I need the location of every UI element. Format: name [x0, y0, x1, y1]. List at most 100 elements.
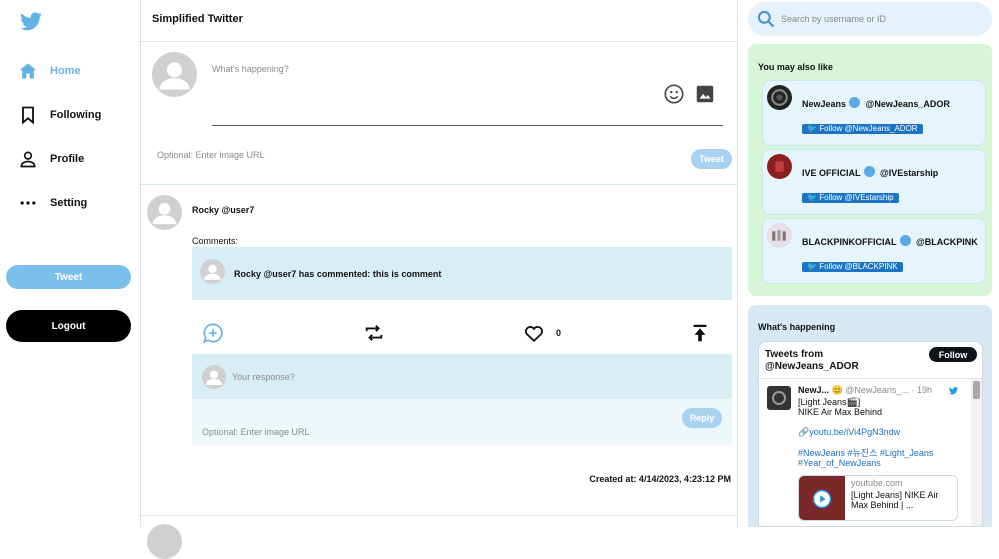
- composer-input[interactable]: What's happening?: [212, 64, 289, 74]
- nav-following-label: Following: [50, 109, 102, 121]
- comments-label: Comments:: [192, 236, 239, 246]
- more-icon: [18, 193, 38, 213]
- suggestion-name: NewJeans @NewJeans_ADOR: [802, 97, 950, 109]
- reply-button[interactable]: Reply: [682, 408, 722, 428]
- heart-icon[interactable]: [523, 322, 545, 344]
- user-placeholder-icon: [204, 264, 221, 280]
- tweet-text-line1: [Light Jeans🎬]: [798, 397, 861, 407]
- search-input[interactable]: Search by username or ID: [781, 14, 886, 24]
- composer-divider: [141, 184, 737, 185]
- link-card[interactable]: youtube.com [Light Jeans] NIKE Air Max B…: [798, 475, 958, 521]
- link-card-title-line2: Max Behind | ...: [851, 500, 914, 510]
- header-divider: [141, 41, 737, 42]
- trends-title: What's happening: [758, 322, 836, 332]
- composer-underline: [212, 125, 723, 126]
- verified-icon: [899, 235, 911, 246]
- response-box: Your response?: [192, 354, 732, 399]
- twitter-bird-icon: 🐦: [807, 262, 817, 271]
- tweet-text-line2: NIKE Air Max Behind: [798, 407, 883, 417]
- sidebar-tweet-button[interactable]: Tweet: [6, 265, 131, 289]
- like-count: 0: [556, 328, 562, 338]
- tweet-time: · 19h: [911, 385, 932, 395]
- suggestions-panel: You may also like NewJeans @NewJeans_ADO…: [748, 44, 992, 296]
- page-title: Simplified Twitter: [152, 13, 243, 25]
- tweet-hashtags-line2[interactable]: #Year_of_NewJeans: [798, 458, 881, 468]
- response-input[interactable]: Your response?: [232, 372, 295, 382]
- logout-button[interactable]: Logout: [6, 310, 131, 342]
- user-placeholder-icon: [206, 370, 222, 385]
- retweet-icon[interactable]: [363, 322, 385, 344]
- response-image-row: Optional: Enter image URL Reply: [192, 399, 732, 445]
- home-icon: [18, 61, 38, 81]
- comment-item: Rocky @user7 has commented: this is comm…: [192, 247, 732, 300]
- user-placeholder-icon: [152, 203, 177, 225]
- image-icon[interactable]: [694, 83, 716, 105]
- suggestion-card: IVE OFFICIAL @IVEstarship 🐦 Follow @IVEs…: [762, 149, 986, 215]
- timeline-header: Tweets from @NewJeans_ADOR: [765, 349, 859, 372]
- suggestion-avatar: [767, 154, 792, 179]
- main-feed: Simplified Twitter What's happening? Opt…: [141, 0, 738, 559]
- next-post-avatar: [147, 524, 182, 559]
- twitter-bird-icon: [948, 386, 959, 396]
- timeline-scrollbar[interactable]: [971, 379, 982, 526]
- nav-setting-label: Setting: [50, 197, 88, 209]
- link-card-title-line1: [Light Jeans] NIKE Air: [851, 490, 939, 500]
- suggestion-card: NewJeans @NewJeans_ADOR 🐦 Follow @NewJea…: [762, 80, 986, 146]
- tweet-link[interactable]: 🔗youtu.be/iVi4PgN3ndw: [798, 427, 900, 438]
- post-divider: [141, 515, 737, 516]
- nav-setting[interactable]: Setting: [18, 191, 87, 215]
- tweet-hashtags-line1[interactable]: #NewJeans #뉴진스 #Light_Jeans: [798, 448, 933, 458]
- video-thumbnail: [799, 476, 845, 520]
- right-panel: Search by username or ID You may also li…: [745, 0, 999, 527]
- follow-button[interactable]: 🐦 Follow @NewJeans_ADOR: [802, 124, 923, 134]
- search-bar[interactable]: Search by username or ID: [748, 2, 992, 36]
- nav-profile-label: Profile: [50, 153, 85, 165]
- tweet-header: NewJ... 😊 @NewJeans_... · 19h: [798, 385, 966, 396]
- nav-following[interactable]: Following: [18, 103, 101, 127]
- nav-home-label: Home: [50, 65, 81, 77]
- tweet-handle: @NewJeans_...: [845, 385, 909, 395]
- tweet-avatar: [767, 386, 791, 410]
- comment-avatar: [200, 259, 225, 284]
- link-icon: 🔗: [798, 427, 810, 437]
- composer-tweet-button[interactable]: Tweet: [691, 149, 732, 169]
- comment-icon[interactable]: [202, 322, 224, 344]
- scrollbar-thumb[interactable]: [973, 381, 980, 399]
- post-created-at: Created at: 4/14/2023, 4:23:12 PM: [589, 474, 731, 484]
- follow-button[interactable]: 🐦 Follow @BLACKPINK: [802, 262, 903, 272]
- share-icon[interactable]: [689, 322, 711, 344]
- nav-home[interactable]: Home: [18, 59, 81, 83]
- search-icon[interactable]: [756, 9, 776, 29]
- post-avatar: [147, 195, 182, 230]
- suggestion-avatar: [767, 223, 792, 248]
- play-icon: [811, 488, 833, 510]
- suggestion-name: BLACKPINKOFFICIAL @BLACKPINK: [802, 235, 978, 247]
- bookmark-icon: [18, 105, 38, 125]
- twitter-bird-icon: 🐦: [807, 193, 817, 202]
- post-author[interactable]: Rocky @user7: [192, 205, 254, 215]
- comment-text: Rocky @user7 has commented: this is comm…: [234, 269, 442, 279]
- timeline-follow-button[interactable]: Follow: [929, 347, 977, 362]
- follow-button[interactable]: 🐦 Follow @IVEstarship: [802, 193, 899, 203]
- response-image-url-input[interactable]: Optional: Enter image URL: [202, 427, 310, 437]
- timeline-divider: [759, 378, 982, 379]
- sidebar: Home Following Profile Setting Tweet Log…: [0, 0, 141, 527]
- twitter-bird-icon: 🐦: [807, 124, 817, 133]
- composer-avatar: [152, 52, 197, 97]
- link-card-domain: youtube.com: [851, 478, 903, 488]
- suggestion-name: IVE OFFICIAL @IVEstarship: [802, 166, 939, 178]
- composer-image-url-input[interactable]: Optional: Enter image URL: [157, 150, 265, 160]
- embedded-timeline: Tweets from @NewJeans_ADOR Follow NewJ..…: [758, 341, 983, 527]
- tweet-author-name: NewJ...: [798, 385, 830, 395]
- suggestion-card: BLACKPINKOFFICIAL @BLACKPINK 🐦 Follow @B…: [762, 218, 986, 284]
- person-icon: [18, 149, 38, 169]
- trends-panel: What's happening Tweets from @NewJeans_A…: [748, 305, 992, 527]
- user-placeholder-icon: [159, 62, 190, 90]
- emoji-icon[interactable]: [663, 83, 685, 105]
- suggestions-title: You may also like: [758, 62, 833, 72]
- nav-profile[interactable]: Profile: [18, 147, 84, 171]
- twitter-logo-icon[interactable]: [18, 10, 44, 34]
- verified-icon: [863, 166, 875, 177]
- emoji-face-icon: 😊: [831, 385, 843, 395]
- suggestion-avatar: [767, 85, 792, 110]
